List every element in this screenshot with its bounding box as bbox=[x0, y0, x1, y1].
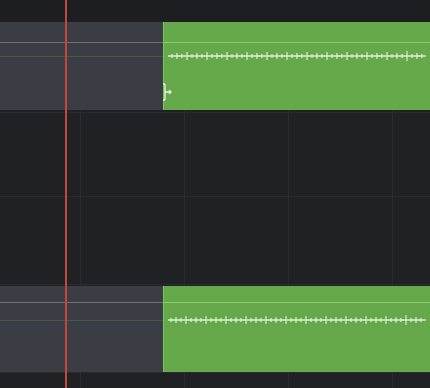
center-line bbox=[0, 320, 163, 321]
waveform bbox=[168, 315, 426, 325]
clip-volume-line[interactable] bbox=[164, 42, 430, 43]
track-1-empty-region[interactable] bbox=[0, 22, 163, 110]
audio-clip-track-2[interactable] bbox=[163, 286, 430, 372]
trim-cursor-icon bbox=[163, 83, 172, 101]
playhead-line[interactable] bbox=[65, 0, 67, 388]
clip-volume-line[interactable] bbox=[164, 302, 430, 303]
volume-line[interactable] bbox=[0, 302, 163, 303]
center-line bbox=[0, 56, 163, 57]
track-2-empty-region[interactable] bbox=[0, 286, 163, 372]
timeline-area[interactable] bbox=[0, 0, 430, 388]
volume-line[interactable] bbox=[0, 42, 163, 43]
waveform bbox=[168, 51, 426, 61]
audio-clip-track-1[interactable] bbox=[163, 22, 430, 110]
